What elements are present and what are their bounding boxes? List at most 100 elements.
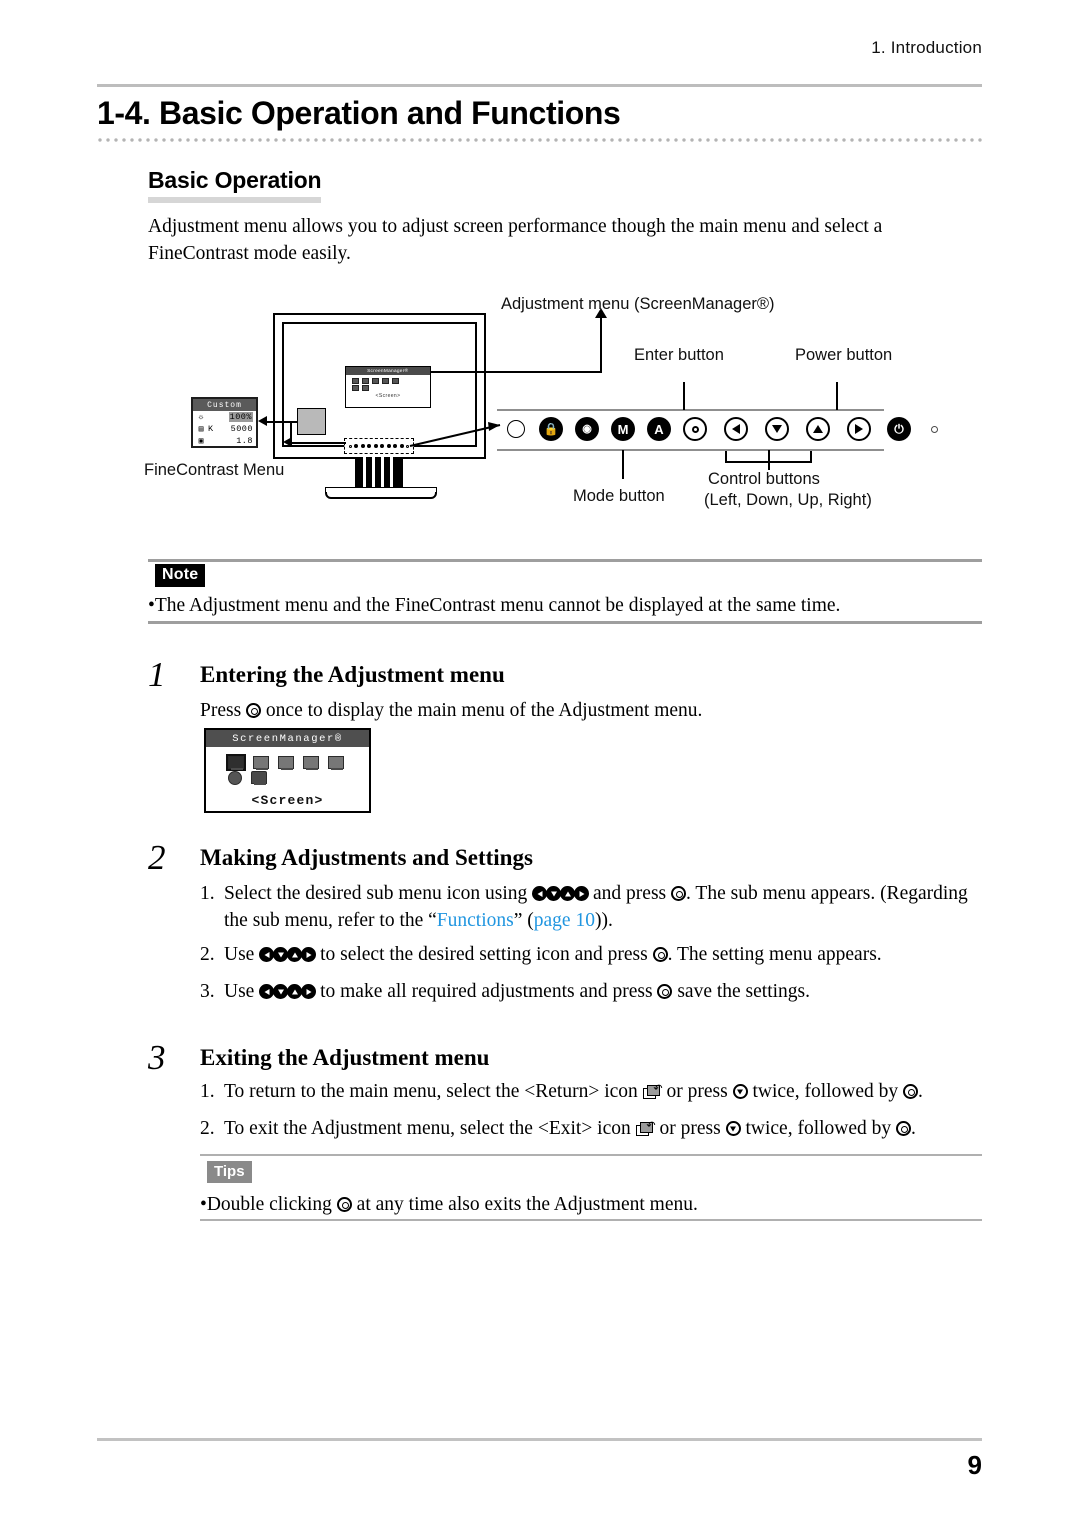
step-2-item-1: 1. Select the desired sub menu icon usin… [200,880,982,934]
link-functions[interactable]: Functions [437,910,514,931]
section-heading-wrap: Basic Operation [148,167,322,203]
step-1-body-after: once to display the main menu of the Adj… [265,700,703,721]
step-3-item-2-number: 2. [200,1118,215,1139]
tips-text-after: at any time also exits the Adjustment me… [356,1194,698,1215]
label-finecontrast-menu: FineContrast Menu [144,461,285,479]
finecontrast-row-temperature: ▤ K 5000 [193,423,256,435]
right-button[interactable] [847,417,871,441]
page-title: 1-4. Basic Operation and Functions [97,95,621,131]
step-3-item-1-number: 1. [200,1081,215,1102]
running-head: 1. Introduction [871,38,982,57]
step-2-item-1-number: 1. [200,883,215,904]
osd-mini-icon-screen [352,378,359,384]
label-control-buttons-dirs: (Left, Down, Up, Right) [704,491,872,509]
finecontrast-osd: Custom ☼ 100% ▤ K 5000 ▣ 1.8 [191,397,258,448]
step-3-title: Exiting the Adjustment menu [200,1045,490,1070]
step-2-item-3: 3. Use to make all required adjustments … [200,978,982,1005]
left-arrow-icon [732,424,740,434]
auto-button[interactable]: A [647,417,671,441]
section-heading: Basic Operation [148,167,322,193]
tips-text-before: •Double clicking [200,1194,332,1215]
brightness-icon: ☼ [198,412,204,422]
leader-osd-vert [600,317,602,373]
screenmanager-selection-label: <Screen> [251,793,324,808]
screenmanager-title: ScreenManager® [232,732,343,745]
control-button-glyph-sequence-3 [259,981,320,1002]
osd-mini-titlebar: ScreenManager® [346,367,430,375]
section-intro: Adjustment menu allows you to adjust scr… [148,216,883,264]
down-glyph-icon-2 [273,947,289,962]
left-glyph-icon-3 [259,984,275,999]
up-glyph-icon [560,886,576,901]
osd-mini-selection: <Screen> [375,393,401,399]
right-glyph-icon [574,886,590,901]
step-2-item-2: 2. Use to select the desired setting ico… [200,941,982,968]
menu-icon-screen[interactable] [226,754,246,771]
link-page-10[interactable]: page 10 [534,910,595,931]
down-button[interactable] [765,417,789,441]
menu-icon-color[interactable] [253,756,269,770]
enter-glyph-icon [246,703,262,718]
up-glyph-icon-2 [287,947,303,962]
enter-glyph-icon-7 [336,1197,352,1212]
step-2-item-3-p2: to make all required adjustments and pre… [320,981,653,1002]
menu-icon-others[interactable] [328,756,344,770]
footer-rule [97,1438,982,1441]
step-2-item-1-p1: Select the desired sub menu icon using [224,883,528,904]
step-1-body: Press once to display the main menu of t… [200,698,900,724]
leader-bezel-vert [290,421,292,443]
osd-mini-icon-color [362,378,369,384]
osd-mini-icon-position [372,378,379,384]
figure-basic-operation: Adjustment menu (ScreenManager®) Enter b… [0,283,1080,523]
callout-mode-vert [622,450,624,479]
bracket-bar [725,461,812,463]
callout-enter-vert [683,382,685,410]
step-3-item-2-p1: To exit the Adjustment menu, select the … [224,1118,631,1139]
blank-button[interactable] [507,420,525,438]
tips-badge: Tips [207,1161,252,1183]
down-glyph-icon-3 [273,984,289,999]
step-2-item-2-p1: Use [224,944,255,965]
document-page: 1. Introduction 1-4. Basic Operation and… [0,0,1080,1527]
menu-icon-exit[interactable] [251,771,267,785]
osd-mini-icon-others [392,378,399,384]
mode-button[interactable]: M [611,417,635,441]
up-button[interactable] [806,417,830,441]
finecontrast-row-brightness: ☼ 100% [193,411,256,423]
down-glyph-icon-5 [725,1121,741,1136]
dotted-divider [98,137,982,143]
menu-icon-position[interactable] [278,756,294,770]
enter-glyph-icon-5 [903,1084,919,1099]
step-2-item-1-p5: )). [594,910,613,931]
section-heading-underline [148,197,322,203]
step-2-item-2-number: 2. [200,944,215,965]
power-button[interactable]: ⏻ [887,417,911,441]
lock-button[interactable]: 🔒 [539,417,563,441]
signal-button[interactable]: ◉ [575,417,599,441]
step-2-item-1-p2: and press [593,883,667,904]
leader-osd-arrowhead [595,308,607,318]
signal-icon: ◉ [582,422,592,435]
step-3-item-2-p3: twice, followed by [745,1118,892,1139]
right-glyph-icon-2 [301,947,317,962]
step-2-item-3-number: 3. [200,981,215,1002]
osd-mini-icon-exit [362,385,369,391]
label-adjustment-menu: Adjustment menu (ScreenManager®) [501,295,775,313]
enter-icon [691,425,699,433]
enter-button[interactable] [683,417,707,441]
osd-mini-icon-language [352,385,359,391]
monitor-osd-source-block [297,408,326,435]
note-badge: Note [155,564,206,587]
callout-control-vert [768,450,770,470]
step-2-item-2-p2: to select the desired setting icon and p… [320,944,648,965]
menu-icon-pllclock[interactable] [303,756,319,770]
menu-icon-language[interactable] [228,771,242,785]
step-2-item-3-p3: save the settings. [677,981,811,1002]
finecontrast-brightness-value: 100% [228,412,253,422]
finecontrast-osd-title: Custom [193,399,256,411]
left-glyph-icon [532,886,548,901]
tips-rule-top [200,1154,982,1157]
step-3-item-2: 2. To exit the Adjustment menu, select t… [200,1115,982,1142]
left-button[interactable] [724,417,748,441]
leader-fc-horizontal [266,421,298,423]
